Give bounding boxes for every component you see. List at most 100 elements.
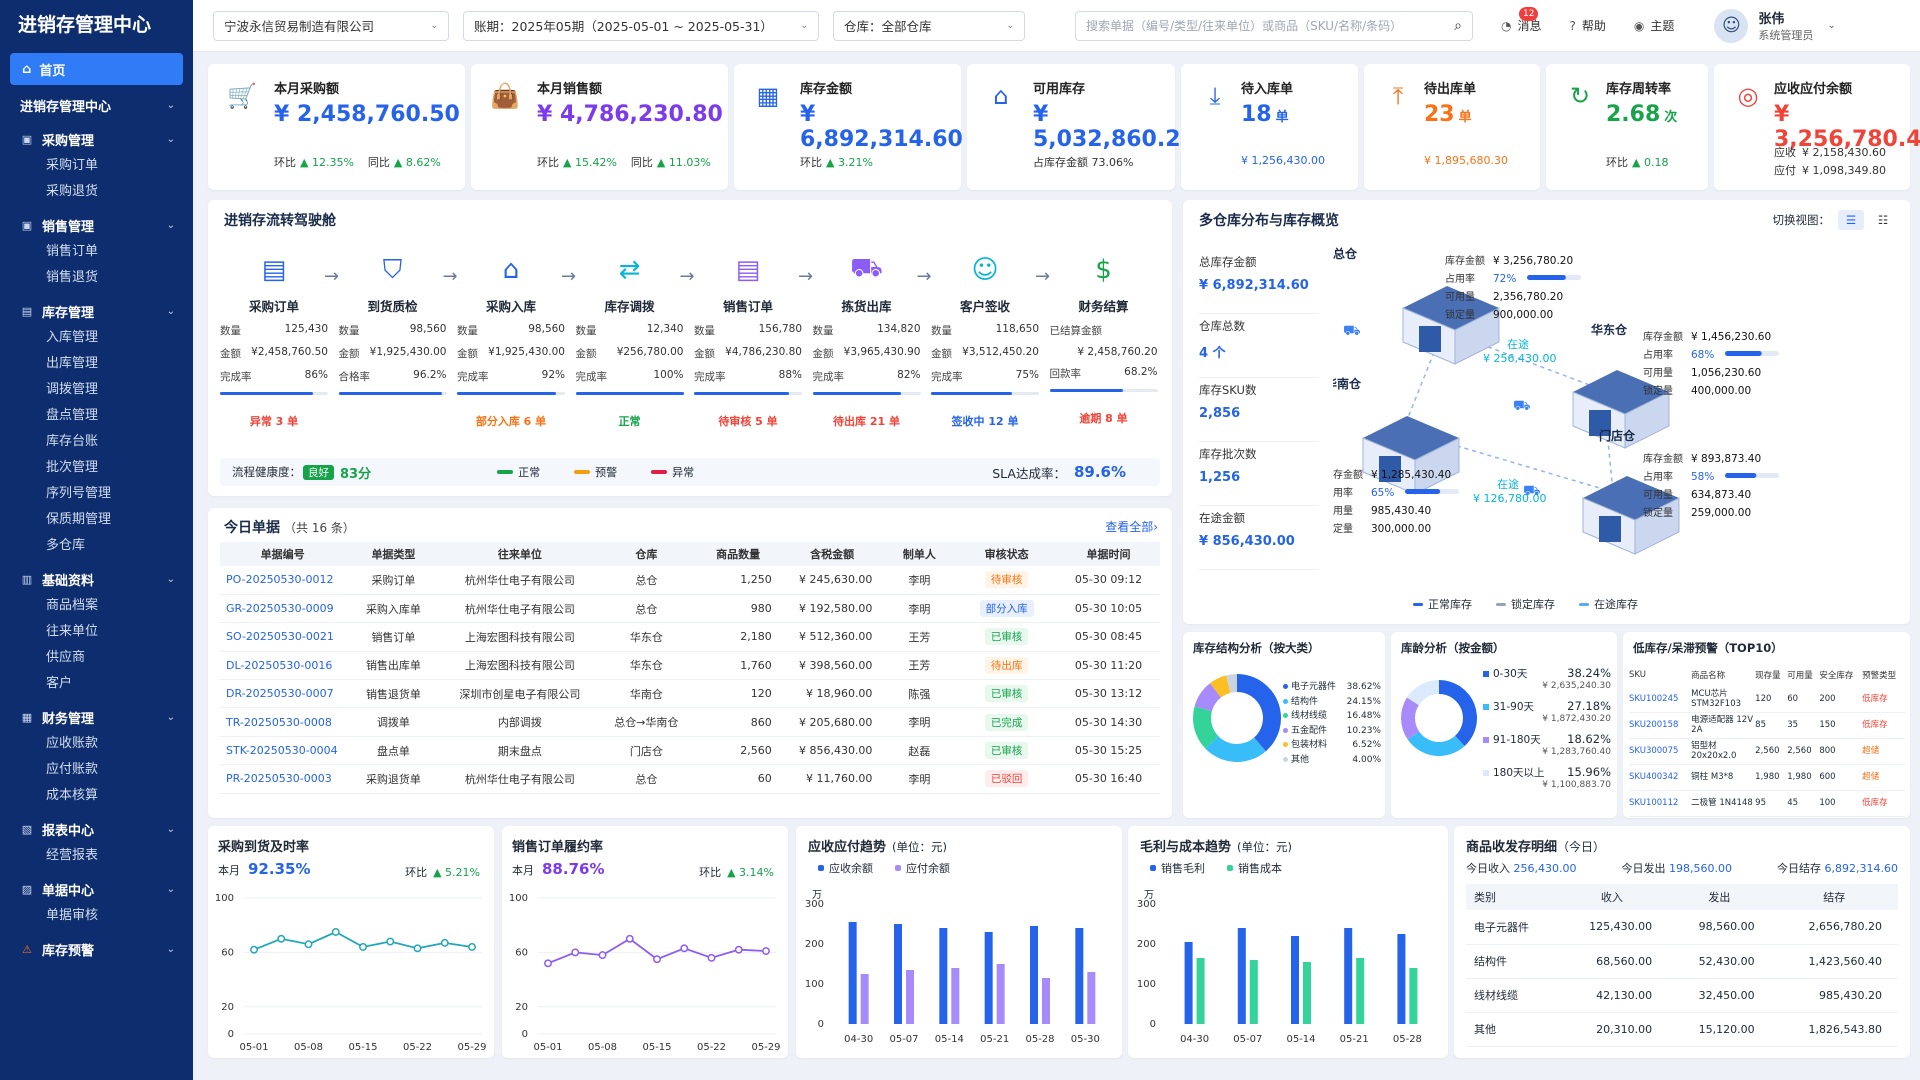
sidebar-group[interactable]: ▦ 财务管理 ⌄ [0,703,193,731]
sidebar-item[interactable]: 盘点管理 [0,403,193,429]
sidebar-group[interactable]: ▤ 库存管理 ⌄ [0,297,193,325]
view-all-link[interactable]: 查看全部› [1105,518,1158,535]
kpi-card[interactable]: ◎应收应付余额¥ 3,256,780.40应收¥ 2,158,430.60应付¥… [1714,64,1920,190]
table-row[interactable]: PR-20250530-0003 采购退货单 杭州华仕电子有限公司 总仓 60 ¥ 11,… [220,764,1160,794]
sidebar-item[interactable]: 批次管理 [0,455,193,481]
flow-step[interactable]: ▤ 销售订单 数量 156,780 金额 ¥4,786,230.80 完成率 88% 待审核 5… [694,250,802,429]
company-select[interactable]: 宁波永信贸易制造有限公司 ⌄ [213,10,449,41]
sidebar-item-home[interactable]: ⌂ 首页 [10,53,183,85]
sidebar-item[interactable]: 库存台账 [0,429,193,455]
table-header: 仓库 [598,542,695,566]
sidebar-item[interactable]: 多仓库 [0,533,193,559]
kpi-card[interactable]: 🛒 本月采购额 ¥ 2,458,760.50 环比 ▲ 12.35% 同比 ▲ 8.62% [208,64,465,190]
table-row[interactable]: 其他 20,310.00 15,120.00 1,826,543.80 [1466,1012,1898,1047]
table-row[interactable]: 电子元器件 125,430.00 98,560.00 2,656,780.20 [1466,910,1898,945]
sidebar-item[interactable]: 应收账款 [0,731,193,757]
sidebar-item[interactable]: 采购订单 [0,153,193,179]
table-cell[interactable]: PO-20250530-0012 [220,566,346,595]
sidebar-item[interactable]: 销售订单 [0,239,193,265]
sidebar-item[interactable]: 保质期管理 [0,507,193,533]
sidebar-item-center[interactable]: 进销存管理中心 ⌄ [0,91,193,119]
kpi-card[interactable]: ⤓ 待入库单 18 单 ¥ 1,256,430.00 [1181,64,1358,190]
kpi-card[interactable]: ↻ 库存周转率 2.68 次环比 ▲ 0.18 [1546,64,1708,190]
table-row[interactable]: SKU200158 电源适配器 12V 2A 85 35 150 低库存 [1629,712,1905,739]
flow-step[interactable]: ☺ 客户签收 数量 118,650 金额 ¥3,512,450.20 完成率 75% 签收中 1… [931,250,1039,429]
flow-step[interactable]: ⛟ 拣货出库 数量 134,820 金额 ¥3,965,430.90 完成率 82% 待出库 2… [812,250,921,429]
table-cell[interactable]: SO-20250530-0021 [220,622,346,652]
table-cell[interactable]: TR-20250530-0008 [220,707,346,737]
flow-step[interactable]: $ 财务结算 已结算金额 ¥ 2,458,760.20 回款率 68.2% 逾期 8 单 [1049,250,1158,426]
list-view-icon[interactable]: ☷ [1870,210,1896,230]
flow-step[interactable]: ▤ 采购订单 数量 125,430 金额 ¥2,458,760.50 完成率 86% 异常 3 … [220,250,328,429]
table-row[interactable]: SO-20250530-0021 销售订单 上海宏图科技有限公司 华东仓 2,180 ¥ … [220,622,1160,652]
sidebar-item[interactable]: 应付账款 [0,757,193,783]
table-row[interactable]: STK-20250530-0004 盘点单 期末盘点 门店仓 2,560 ¥ 856,43… [220,736,1160,766]
table-row[interactable]: DL-20250530-0016 销售出库单 上海宏图科技有限公司 华东仓 1,760 ¥… [220,651,1160,681]
sidebar-item[interactable]: 经营报表 [0,843,193,869]
help-button[interactable]: ? 帮助 [1570,17,1606,34]
search-icon[interactable]: ⌕ [1454,18,1462,34]
table-cell[interactable]: SKU200158 [1629,712,1692,739]
kpi-card[interactable]: 👜 本月销售额 ¥ 4,786,230.80 环比 ▲ 15.42% 同比 ▲ 11.03% [471,64,728,190]
sidebar-group[interactable]: ▥ 基础资料 ⌄ [0,565,193,593]
sidebar-item[interactable]: 入库管理 [0,325,193,351]
table-cell[interactable]: GR-20250530-0009 [220,594,346,624]
sidebar-item[interactable]: 序列号管理 [0,481,193,507]
sidebar-group[interactable]: ▣ 销售管理 ⌄ [0,211,193,239]
table-row[interactable]: GR-20250530-0009 采购入库单 杭州华仕电子有限公司 总仓 980 ¥ 19… [220,594,1160,624]
warehouse-site[interactable] [1362,416,1460,495]
transit-label: 在途 [1497,477,1519,491]
flow-step[interactable]: ⛉ 到货质检 数量 98,560 金额 ¥1,925,430.00 合格率 96.2% [338,250,447,426]
grid-view-icon[interactable]: ☰ [1838,210,1864,230]
table-cell: 铜柱 M3*8 [1691,764,1756,791]
flow-step[interactable]: ⌂ 采购入库 数量 98,560 金额 ¥1,925,430.00 完成率 92% 部分入库 6… [457,250,565,429]
sidebar-group[interactable]: ▧ 报表中心 ⌄ [0,815,193,843]
kpi-card[interactable]: ▦ 库存金额 ¥ 6,892,314.60 环比 ▲ 3.21% [734,64,963,190]
table-cell[interactable]: STK-20250530-0004 [220,736,346,766]
kpi-card[interactable]: ⌂ 可用库存 ¥ 5,032,860.20 占库存金额 73.06% [967,64,1196,190]
sidebar-item[interactable]: 客户 [0,671,193,697]
sidebar-item[interactable]: 供应商 [0,645,193,671]
table-cell[interactable]: PR-20250530-0003 [220,764,346,794]
table-cell[interactable]: SKU300075 [1629,738,1692,765]
sidebar-item[interactable]: 调拨管理 [0,377,193,403]
table-row[interactable]: TR-20250530-0008 调拨单 内部调拨 总仓→华南仓 860 ¥ 205,68… [220,707,1160,737]
sidebar-item[interactable]: 销售退货 [0,265,193,291]
sidebar-item[interactable]: 商品档案 [0,593,193,619]
sales-line-chart: 0 20 60 100 05-01 05-08 05-15 05-22 05-29 [509,893,781,1053]
table-cell[interactable]: DL-20250530-0016 [220,651,346,681]
messages-button[interactable]: ◔ 12 消息 [1501,7,1542,34]
table-row[interactable]: SKU300075 铝型材 20x20x2.0 2,560 2,560 800 超储 [1629,738,1905,765]
table-row[interactable]: 结构件 68,560.00 52,430.00 1,423,560.40 [1466,944,1898,979]
search-input[interactable]: 搜索单据（编号/类型/往来单位）或商品（SKU/名称/条码） ⌕ [1075,10,1473,41]
period-select[interactable]: 账期：2025年05期（2025-05-01 ~ 2025-05-31） ⌄ [463,10,819,41]
table-row[interactable]: 线材线缆 42,130.00 32,450.00 985,430.20 [1466,978,1898,1013]
sidebar-item[interactable]: 单据审核 [0,903,193,929]
kpi-card[interactable]: ⤒ 待出库单 23 单 ¥ 1,895,680.30 [1364,64,1540,190]
table-cell[interactable]: DR-20250530-0007 [220,679,346,709]
sidebar-group[interactable]: ▨ 单据中心 ⌄ [0,875,193,903]
table-row[interactable]: PO-20250530-0012 采购订单 杭州华仕电子有限公司 总仓 1,250 ¥ 2… [220,566,1160,595]
table-cell[interactable]: SKU400342 [1629,764,1692,791]
table-row[interactable]: SKU100112 二极管 1N4148 95 45 100 低库存 [1629,790,1905,817]
table-cell[interactable]: SKU100245 [1629,686,1692,713]
table-row[interactable]: DR-20250530-0007 销售退货单 深圳市创星电子有限公司 华南仓 120 ¥ … [220,679,1160,709]
sidebar-group[interactable]: ▣ 采购管理 ⌄ [0,125,193,153]
purchase-line-chart: 0 20 60 100 05-01 05-08 05-15 05-22 05-29 [215,893,487,1053]
warehouse-select[interactable]: 仓库：全部仓库 ⌄ [833,10,1025,41]
table-row[interactable]: SKU100245 MCU芯片 STM32F103 120 60 200 低库存 [1629,686,1905,713]
sidebar-group[interactable]: ⚠ 库存预警 ⌄ [0,935,193,963]
table-header: 结存 [1770,884,1898,910]
flow-step[interactable]: ⇄ 库存调拨 数量 12,340 金额 ¥256,780.00 完成率 100% 正常 [575,250,684,429]
sidebar-item[interactable]: 采购退货 [0,179,193,205]
table-cell[interactable]: SKU100112 [1629,790,1692,817]
sidebar-item[interactable]: 出库管理 [0,351,193,377]
table-cell: 已完成 [956,707,1057,737]
sidebar-item[interactable]: 往来单位 [0,619,193,645]
user-menu[interactable]: ☺ 张伟 系统管理员 ⌄ [1714,8,1836,43]
theme-button[interactable]: ◉ 主题 [1634,17,1675,34]
table-row[interactable]: SKU400342 铜柱 M3*8 1,980 1,980 600 超储 [1629,764,1905,791]
site-field-label: 库存金额 [1643,452,1683,465]
sidebar-item[interactable]: 成本核算 [0,783,193,809]
site-field-label: 库存金额 [1333,468,1363,481]
